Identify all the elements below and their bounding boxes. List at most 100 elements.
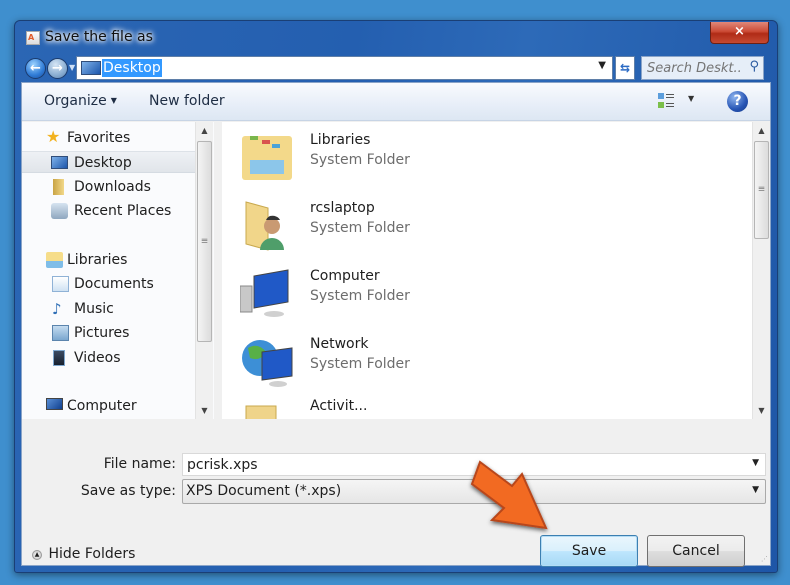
save-dialog: A Save the file as × ← → ▼ Desktop ▼ ⇆ ⚲… bbox=[14, 20, 778, 573]
organize-button[interactable]: Organize ▼ bbox=[44, 93, 117, 109]
sidebar-item-label: Videos bbox=[74, 350, 121, 366]
sidebar-item-pictures[interactable]: Pictures bbox=[22, 322, 197, 344]
file-type: System Folder bbox=[310, 152, 410, 168]
sidebar-item-music[interactable]: ♪ Music bbox=[22, 298, 197, 320]
scroll-down-arrow[interactable]: ▼ bbox=[753, 406, 770, 415]
view-options-dropdown[interactable]: ▼ bbox=[688, 94, 694, 103]
cancel-button[interactable]: Cancel bbox=[647, 535, 745, 567]
list-item[interactable]: Computer System Folder bbox=[240, 262, 540, 324]
list-item[interactable]: Network System Folder bbox=[240, 330, 540, 392]
sidebar-item-label: Downloads bbox=[74, 179, 151, 195]
help-icon[interactable]: ? bbox=[727, 91, 748, 112]
file-name: Activit... bbox=[310, 398, 368, 414]
address-text[interactable]: Desktop bbox=[102, 59, 162, 77]
sidebar-item-videos[interactable]: Videos bbox=[22, 347, 197, 369]
search-box[interactable]: ⚲ bbox=[641, 56, 764, 80]
address-bar[interactable]: Desktop ▼ bbox=[76, 56, 613, 80]
close-button[interactable]: × bbox=[710, 22, 769, 44]
title-bar: A Save the file as × bbox=[15, 21, 777, 53]
file-type: System Folder bbox=[310, 220, 410, 236]
file-name-label: File name: bbox=[103, 456, 176, 472]
save-type-label: Save as type: bbox=[80, 483, 176, 499]
save-type-value: XPS Document (*.xps) bbox=[186, 483, 342, 499]
toolbar: Organize ▼ New folder ▼ ? bbox=[22, 83, 770, 121]
back-arrow-icon: ← bbox=[30, 61, 41, 76]
sidebar-item-recent-places[interactable]: Recent Places bbox=[22, 200, 197, 222]
computer-icon bbox=[46, 398, 63, 410]
scroll-up-arrow[interactable]: ▲ bbox=[753, 126, 770, 135]
pictures-icon bbox=[52, 325, 69, 341]
file-name: Libraries bbox=[310, 132, 371, 148]
list-item[interactable]: Libraries System Folder bbox=[240, 126, 540, 188]
chevron-up-icon: ▲ bbox=[32, 550, 42, 560]
list-item[interactable]: Activit... bbox=[240, 398, 540, 419]
sidebar-item-downloads[interactable]: Downloads bbox=[22, 176, 197, 198]
star-icon: ★ bbox=[46, 127, 61, 146]
new-folder-button[interactable]: New folder bbox=[149, 93, 225, 109]
sidebar-item-favorites[interactable]: ★ Favorites bbox=[22, 127, 197, 149]
list-item[interactable]: rcslaptop System Folder bbox=[240, 194, 540, 256]
forward-button[interactable]: → bbox=[47, 58, 68, 79]
search-input[interactable] bbox=[642, 57, 742, 79]
sidebar-item-documents[interactable]: Documents bbox=[22, 273, 197, 295]
forward-arrow-icon: → bbox=[52, 61, 63, 76]
documents-icon bbox=[52, 276, 69, 292]
sidebar-item-label: Music bbox=[74, 301, 114, 317]
hide-folders-label: Hide Folders bbox=[48, 546, 136, 562]
app-icon: A bbox=[26, 31, 40, 45]
sidebar-item-label: Favorites bbox=[67, 130, 131, 146]
change-view-button[interactable] bbox=[658, 92, 676, 110]
computer-icon bbox=[240, 269, 289, 317]
file-name: Network bbox=[310, 336, 369, 352]
organize-label: Organize bbox=[44, 93, 107, 109]
scroll-down-arrow[interactable]: ▼ bbox=[196, 406, 213, 415]
resize-grip[interactable]: ⋰ bbox=[761, 555, 768, 563]
folder-icon bbox=[245, 405, 277, 419]
libraries-folder-icon bbox=[242, 136, 292, 180]
sidebar-item-label: Recent Places bbox=[74, 203, 172, 219]
file-name-dropdown-icon[interactable]: ▼ bbox=[752, 458, 759, 468]
sidebar-item-desktop[interactable]: Desktop bbox=[22, 151, 197, 173]
music-icon: ♪ bbox=[52, 300, 62, 318]
refresh-icon: ⇆ bbox=[619, 61, 631, 75]
recent-locations-dropdown[interactable]: ▼ bbox=[69, 63, 75, 72]
sidebar-item-computer[interactable]: Computer bbox=[22, 395, 197, 417]
window-title: Save the file as bbox=[45, 29, 153, 45]
address-dropdown-icon[interactable]: ▼ bbox=[598, 60, 606, 71]
file-type: System Folder bbox=[310, 288, 410, 304]
refresh-button[interactable]: ⇆ bbox=[615, 56, 635, 80]
scroll-up-arrow[interactable]: ▲ bbox=[196, 126, 213, 135]
file-type: System Folder bbox=[310, 356, 410, 372]
chevron-down-icon: ▼ bbox=[752, 485, 759, 495]
sidebar-item-label: Pictures bbox=[74, 325, 130, 341]
file-list-scrollbar[interactable]: ▲ ≡ ▼ bbox=[752, 122, 770, 419]
desktop-icon bbox=[51, 156, 68, 169]
sidebar-item-label: Desktop bbox=[74, 155, 132, 171]
user-folder-icon bbox=[245, 201, 284, 251]
videos-icon bbox=[53, 350, 65, 366]
libraries-icon bbox=[46, 252, 63, 268]
file-list: Libraries System Folder rcslaptop System… bbox=[222, 122, 770, 419]
sidebar-item-libraries[interactable]: Libraries bbox=[22, 249, 197, 271]
sidebar-item-label: Libraries bbox=[67, 252, 128, 268]
navigation-pane: ★ Favorites Desktop Downloads Recent Pla… bbox=[22, 122, 214, 419]
recent-places-icon bbox=[51, 203, 68, 219]
pane-splitter[interactable] bbox=[214, 122, 222, 419]
sidebar-item-label: Documents bbox=[74, 276, 154, 292]
file-name: rcslaptop bbox=[310, 200, 375, 216]
search-icon[interactable]: ⚲ bbox=[749, 59, 759, 74]
desktop-icon bbox=[81, 61, 101, 75]
dialog-content: Organize ▼ New folder ▼ ? ★ Favorites Des… bbox=[21, 82, 771, 567]
scroll-thumb[interactable]: ≡ bbox=[754, 141, 769, 239]
orange-arrow-annotation bbox=[470, 460, 548, 530]
network-icon bbox=[242, 340, 293, 387]
back-button[interactable]: ← bbox=[25, 58, 46, 79]
navigation-scrollbar[interactable]: ▲ ≡ ▼ bbox=[195, 122, 213, 419]
sidebar-item-label: Computer bbox=[67, 398, 137, 414]
file-name: Computer bbox=[310, 268, 380, 284]
downloads-folder-icon bbox=[53, 179, 64, 195]
hide-folders-button[interactable]: ▲ Hide Folders bbox=[32, 546, 135, 562]
chevron-down-icon: ▼ bbox=[110, 96, 117, 105]
scroll-thumb[interactable]: ≡ bbox=[197, 141, 212, 342]
file-name-input[interactable] bbox=[183, 454, 743, 475]
